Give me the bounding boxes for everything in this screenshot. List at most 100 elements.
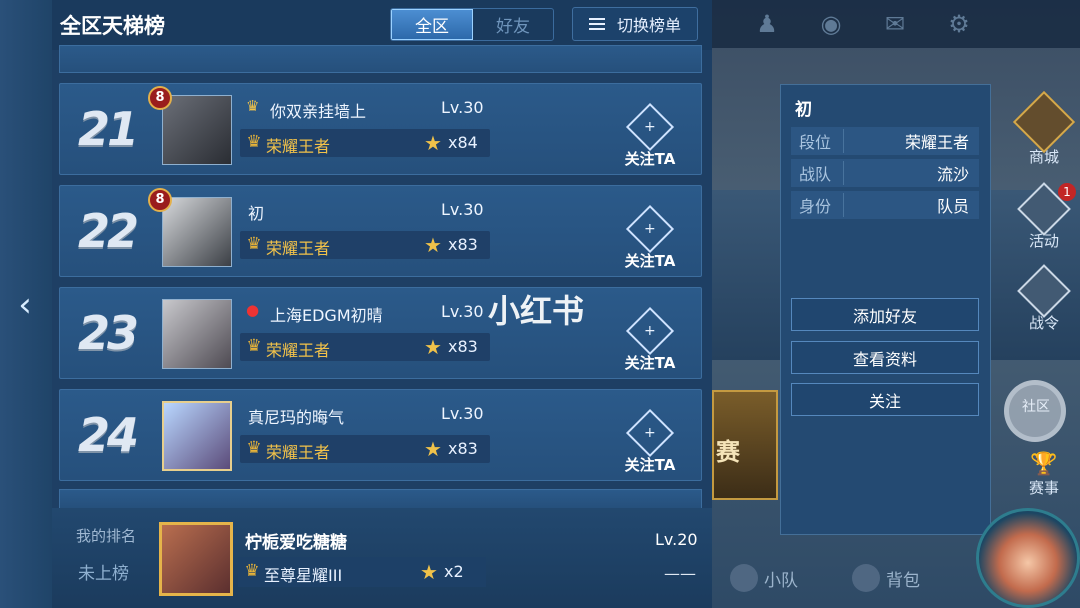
tab-friends[interactable]: 好友 [473,9,553,40]
star-icon: ★ [420,560,438,584]
add-friend-icon: + [625,408,675,458]
my-player-name: 柠栀爱吃糖糖 [245,533,347,553]
hero-portrait-icon[interactable] [976,508,1080,608]
mail-icon[interactable]: ✉ [880,10,910,38]
shop-icon [1012,90,1076,154]
rank-badge: 8 [148,86,172,110]
lobby-top-bar: ♟ ◉ ✉ ⚙ [712,0,1080,48]
info-value: 荣耀王者 [904,133,969,152]
star-count: x84 [448,133,478,152]
page-title: 全区天梯榜 [60,14,165,38]
info-value: 队员 [936,197,969,216]
add-friend-icon: + [625,306,675,356]
friends-icon[interactable]: ♟ [752,10,782,38]
trophy-icon: 🏆 [1030,452,1058,477]
my-avatar[interactable] [159,522,233,596]
side-menu-label: 赛事 [1028,479,1059,497]
avatar[interactable] [162,95,232,165]
my-star-count: x2 [444,562,464,581]
pass-icon [1017,264,1071,318]
my-rank-bar: 我的排名 未上榜 柠栀爱吃糖糖 Lv.20 ♛ 至尊星耀III ★ x2 —— [52,508,712,608]
gear-icon[interactable]: ⚙ [944,10,974,38]
player-name: 上海EDGM初晴 [270,306,383,325]
my-rank-label: 我的排名 [76,527,137,545]
info-card-title: 初 [795,100,812,120]
leaderboard-panel: 全区天梯榜 全区 好友 切换榜单 21 8 ♛ 你双亲挂墙上 Lv.30 ♛ 荣… [52,0,712,608]
info-key: 战队 [799,161,845,185]
avatar[interactable] [162,299,232,369]
tier-bar: ♛ 荣耀王者 ★ x84 [240,129,490,157]
my-tier-bar: ♛ 至尊星耀III ★ x2 [238,557,486,587]
avatar[interactable] [162,401,232,471]
info-key: 段位 [799,129,845,153]
crown-icon: ♛ [246,97,260,115]
follow-button[interactable]: + 关注TA [620,306,680,372]
player-level: Lv.30 [441,404,484,423]
side-menu-events[interactable]: 🏆 赛事 [1014,452,1074,498]
scope-tabs: 全区 好友 [390,8,554,41]
king-tier-icon: ♛ [246,438,262,458]
player-level: Lv.30 [441,98,484,117]
tier-name: 荣耀王者 [266,137,331,156]
table-row[interactable]: 21 8 ♛ 你双亲挂墙上 Lv.30 ♛ 荣耀王者 ★ x84 + 关注TA [59,83,702,175]
team-icon [730,564,758,592]
tier-name: 荣耀王者 [266,443,331,462]
follow-label: 关注TA [624,150,676,168]
star-icon: ★ [424,233,442,257]
rank-number: 21 [78,102,139,156]
player-level: Lv.30 [441,302,484,321]
table-row[interactable] [59,489,702,509]
follow-button[interactable]: + 关注TA [620,204,680,270]
collapse-handle[interactable]: ‹ [0,0,52,608]
side-menu-label: 社区 [1022,399,1050,415]
star-icon: ★ [424,335,442,359]
tier-name: 荣耀王者 [266,341,331,360]
star-icon: ★ [424,437,442,461]
table-row[interactable]: 22 8 初 Lv.30 ♛ 荣耀王者 ★ x83 + 关注TA [59,185,702,277]
rank-number: 22 [78,204,139,258]
my-trailing-value: —— [664,564,696,583]
table-row[interactable]: 24 真尼玛的晦气 Lv.30 ♛ 荣耀王者 ★ x83 + 关注TA [59,389,702,481]
star-tier-icon: ♛ [244,561,260,581]
star-icon: ★ [424,131,442,155]
star-count: x83 [448,439,478,458]
my-tier-name: 至尊星耀III [264,566,343,585]
tab-all-region[interactable]: 全区 [391,9,473,40]
info-row-rank: 段位 荣耀王者 [791,127,979,155]
event-tile[interactable]: 赛 [712,390,778,500]
watermark: 小红书 [488,292,585,330]
back-arrow-icon[interactable]: ‹ [12,288,38,322]
rank-number: 23 [78,306,139,360]
list-icon [588,17,605,31]
info-value: 流沙 [936,165,969,184]
add-friend-icon: + [625,204,675,254]
king-tier-icon: ♛ [246,132,262,152]
king-tier-icon: ♛ [246,336,262,356]
leaderboard-header: 全区天梯榜 全区 好友 切换榜单 [52,0,712,50]
follow-label: 关注TA [624,252,676,270]
nav-team[interactable]: 小队 [730,564,798,592]
info-row-role: 身份 队员 [791,191,979,219]
king-tier-icon: ♛ [246,234,262,254]
tier-bar: ♛ 荣耀王者 ★ x83 [240,231,490,259]
switch-board-label: 切换榜单 [616,16,681,35]
follow-player-button[interactable]: 关注 [791,383,979,416]
follow-button[interactable]: + 关注TA [620,408,680,474]
nav-bag[interactable]: 背包 [852,564,920,592]
table-row[interactable]: 23 ● 上海EDGM初晴 Lv.30 ♛ 荣耀王者 ★ x83 + 关注TA [59,287,702,379]
side-menu-pass[interactable]: 战令 [1014,264,1074,333]
eye-icon[interactable]: ◉ [816,10,846,38]
table-row[interactable] [59,45,702,73]
my-player-level: Lv.20 [655,530,698,549]
nav-label: 背包 [886,570,920,591]
qq-penguin-icon: ● [246,301,260,319]
player-name: 初 [248,204,265,223]
star-count: x83 [448,235,478,254]
star-count: x83 [448,337,478,356]
side-menu-shop[interactable]: 商城 [1012,90,1076,167]
follow-button[interactable]: + 关注TA [620,102,680,168]
add-friend-button[interactable]: 添加好友 [791,298,979,331]
avatar[interactable] [162,197,232,267]
view-profile-button[interactable]: 查看资料 [791,341,979,374]
switch-board-button[interactable]: 切换榜单 [572,7,698,41]
